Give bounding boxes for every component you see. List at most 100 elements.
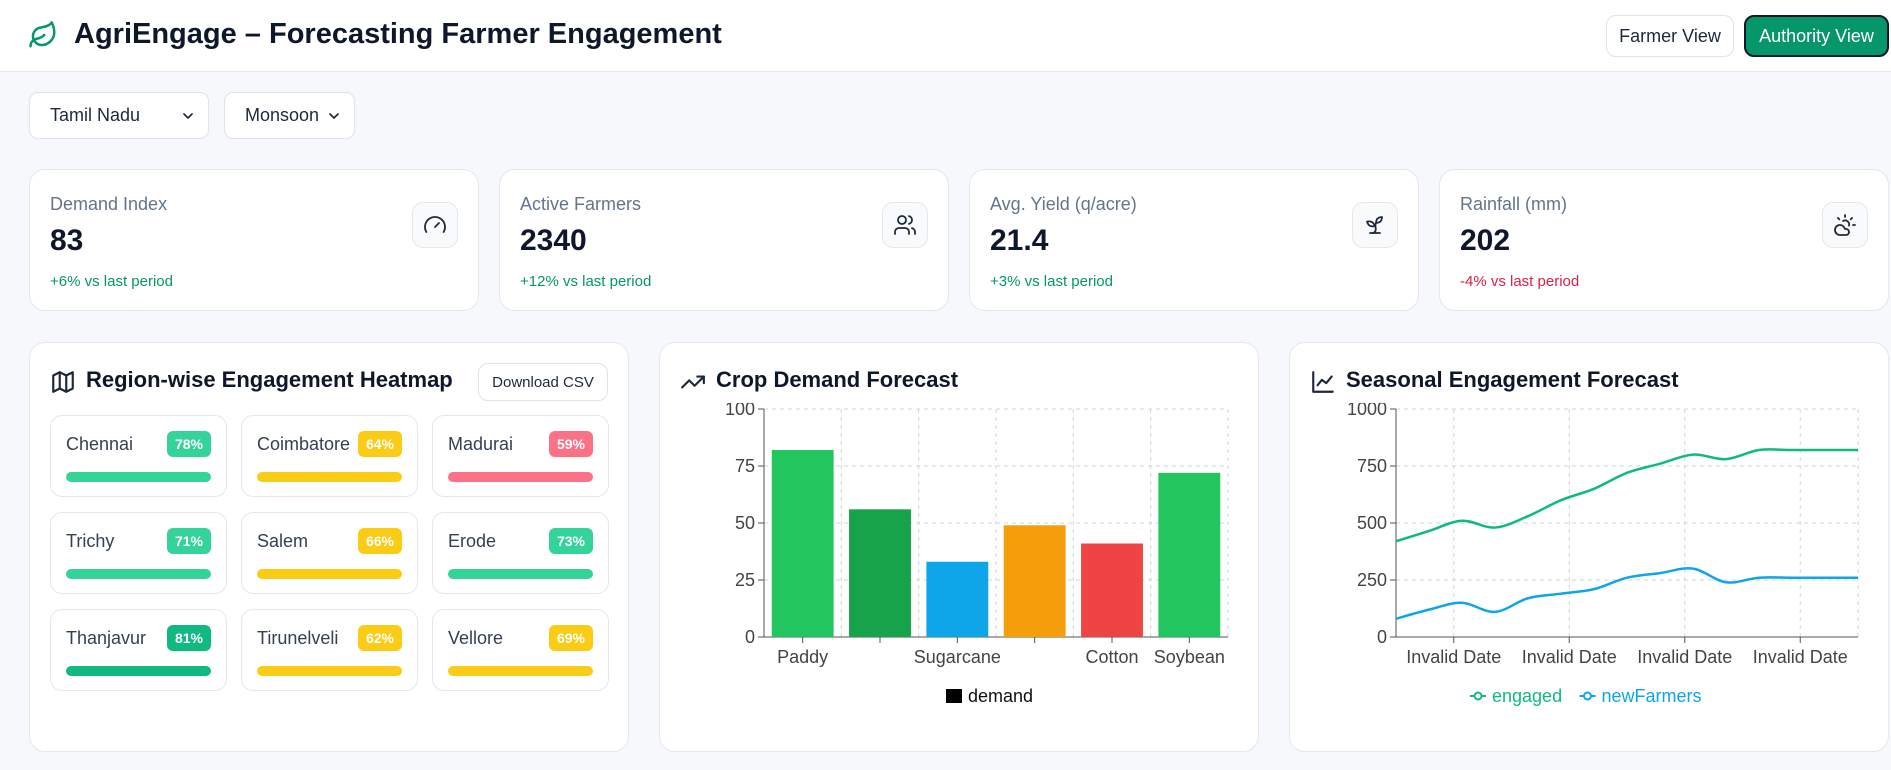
region-engagement-bar: [448, 569, 593, 579]
region-engagement-bar: [448, 472, 593, 482]
y-tick-label: 750: [1357, 456, 1387, 476]
bar: [771, 450, 834, 637]
download-csv-button[interactable]: Download CSV: [478, 363, 608, 401]
region-engagement-badge: 66%: [357, 528, 402, 554]
state-select[interactable]: Tamil Nadu: [29, 92, 209, 139]
kpi-change: +3% vs last period: [990, 273, 1113, 290]
region-card[interactable]: Vellore 69%: [432, 609, 609, 691]
region-card[interactable]: Salem 66%: [241, 512, 418, 594]
x-tick-label: Invalid Date: [1406, 647, 1501, 667]
region-engagement-bar: [257, 569, 402, 579]
region-engagement-badge: 62%: [357, 625, 402, 651]
region-name: Thanjavur: [66, 628, 147, 648]
y-tick-label: 75: [735, 456, 755, 476]
crop-demand-panel: Crop Demand Forecast 0 25 50 75 100 Paddy Suga…: [659, 342, 1259, 752]
y-tick-label: 25: [735, 570, 755, 590]
region-name: Erode: [448, 531, 497, 551]
heatmap-title: Region-wise Engagement Heatmap: [86, 367, 453, 392]
region-card[interactable]: Erode 73%: [432, 512, 609, 594]
region-name: Coimbatore: [257, 434, 351, 454]
kpi-value: 2340: [520, 224, 587, 257]
region-name: Vellore: [448, 628, 504, 648]
seasonal-engagement-title: Seasonal Engagement Forecast: [1346, 367, 1679, 392]
x-tick-label: Invalid Date: [1522, 647, 1617, 667]
series-line-engaged: [1395, 448, 1858, 543]
map-icon: [52, 371, 74, 393]
region-card[interactable]: Chennai 78%: [50, 415, 227, 497]
x-tick-label: Soybean: [1154, 647, 1225, 667]
bar: [1158, 472, 1221, 637]
legend-label: engaged: [1492, 686, 1562, 706]
bar: [849, 509, 911, 637]
region-engagement-bar: [66, 666, 211, 676]
region-engagement-badge: 64%: [357, 431, 402, 457]
kpi-value: 83: [50, 224, 84, 257]
kpi-change: -4% vs last period: [1460, 273, 1580, 290]
kpi-value: 202: [1460, 224, 1511, 257]
kpi-card-avg-yield: Avg. Yield (q/acre) 21.4 +3% vs last per…: [969, 169, 1419, 311]
region-name: Madurai: [448, 434, 514, 454]
legend-swatch: [946, 689, 962, 703]
kpi-value: 21.4: [990, 224, 1049, 257]
kpi-card-demand-index: Demand Index 83 +6% vs last period: [29, 169, 479, 311]
x-tick-label: Invalid Date: [1637, 647, 1732, 667]
region-name: Chennai: [66, 434, 134, 454]
region-engagement-bar: [66, 472, 211, 482]
x-tick-label: Cotton: [1085, 647, 1138, 667]
x-tick-label: Sugarcane: [914, 647, 1001, 667]
chevron-down-icon: [183, 113, 193, 119]
y-tick-label: 100: [725, 403, 755, 419]
trending-up-icon: [681, 375, 705, 389]
kpi-label: Avg. Yield (q/acre): [990, 194, 1137, 214]
region-engagement-bar: [448, 666, 593, 676]
region-name: Trichy: [66, 531, 115, 551]
y-tick-label: 500: [1357, 513, 1387, 533]
legend-marker: [1583, 691, 1592, 701]
region-card[interactable]: Trichy 71%: [50, 512, 227, 594]
farmer-view-button[interactable]: Farmer View: [1606, 15, 1734, 57]
region-name: Tirunelveli: [257, 628, 339, 648]
season-select[interactable]: Monsoon: [224, 92, 355, 139]
series-line-newFarmers: [1395, 567, 1858, 620]
line-chart-icon: [1312, 371, 1334, 393]
x-tick-label: Paddy: [777, 647, 828, 667]
crop-demand-title: Crop Demand Forecast: [716, 367, 959, 392]
region-card[interactable]: Madurai 59%: [432, 415, 609, 497]
region-card[interactable]: Tirunelveli 62%: [241, 609, 418, 691]
authority-view-button[interactable]: Authority View: [1744, 15, 1889, 57]
kpi-card-rainfall: Rainfall (mm) 202 -4% vs last period: [1439, 169, 1889, 311]
seasonal-engagement-panel: Seasonal Engagement Forecast 0 250 500 750 1…: [1289, 342, 1889, 752]
y-tick-label: 50: [735, 513, 755, 533]
crop-demand-chart: 0 25 50 75 100 Paddy Sugarcane Cotton Soybean dem…: [725, 403, 1229, 706]
region-name: Salem: [257, 531, 309, 551]
sprout-icon: [1352, 202, 1398, 248]
kpi-change: +6% vs last period: [50, 273, 173, 290]
region-engagement-badge: 71%: [166, 528, 211, 554]
region-engagement-bar: [257, 666, 402, 676]
y-tick-label: 250: [1357, 570, 1387, 590]
seasonal-engagement-chart: 0 250 500 750 1000 Invalid Date Invalid Date In…: [1347, 403, 1859, 706]
bar: [1003, 525, 1066, 637]
region-engagement-bar: [257, 472, 402, 482]
legend-marker: [1473, 691, 1483, 701]
region-engagement-badge: 59%: [548, 431, 593, 457]
region-engagement-badge: 78%: [166, 431, 211, 457]
region-engagement-badge: 73%: [548, 528, 593, 554]
legend-label: demand: [968, 686, 1033, 706]
region-engagement-badge: 81%: [166, 625, 211, 651]
season-select-value: Monsoon: [245, 105, 320, 125]
region-card[interactable]: Coimbatore 64%: [241, 415, 418, 497]
region-engagement-badge: 69%: [548, 625, 593, 651]
leaf-icon: [29, 21, 56, 48]
legend-label: newFarmers: [1602, 686, 1702, 706]
app-header: AgriEngage – Forecasting Farmer Engageme…: [0, 0, 1891, 72]
kpi-label: Active Farmers: [520, 194, 642, 214]
gauge-icon: [412, 202, 458, 248]
region-card[interactable]: Thanjavur 81%: [50, 609, 227, 691]
kpi-label: Rainfall (mm): [1460, 194, 1568, 214]
state-select-value: Tamil Nadu: [50, 105, 141, 125]
x-tick-label: Invalid Date: [1753, 647, 1848, 667]
kpi-change: +12% vs last period: [520, 273, 652, 290]
cloud-sun-icon: [1822, 202, 1868, 248]
y-tick-label: 1000: [1347, 403, 1387, 419]
